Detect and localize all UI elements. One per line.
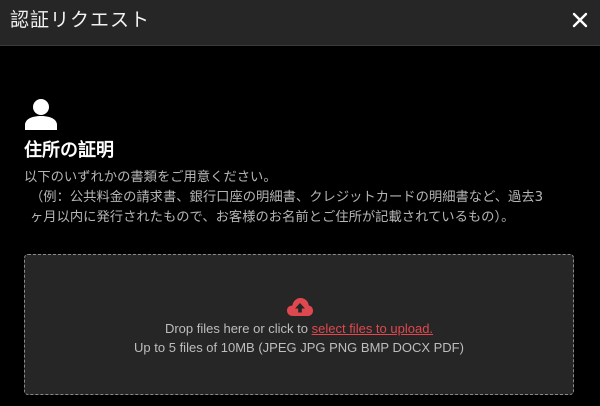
dropzone-instruction-text: Drop files here or click to [164, 321, 312, 336]
description-line: 以下のいずれかの書類をご用意ください。 [24, 170, 277, 185]
file-dropzone[interactable]: Drop files here or click to select files… [24, 254, 574, 395]
close-button[interactable] [568, 8, 592, 32]
modal-title: 認証リクエスト [10, 9, 151, 31]
dropzone-instruction: Drop files here or click to select files… [25, 321, 573, 337]
select-files-link[interactable]: select files to upload. [312, 321, 433, 336]
cloud-upload-icon [287, 298, 313, 316]
section-description: 以下のいずれかの書類をご用意ください。 （例：公共料金の請求書、銀行口座の明細書… [24, 168, 584, 228]
modal-header: 認証リクエスト [0, 0, 600, 46]
close-icon [572, 12, 588, 28]
description-line: （例：公共料金の請求書、銀行口座の明細書、クレジットカードの明細書など、過去3 [30, 190, 544, 205]
description-line: ヶ月以内に発行されたもので、お客様のお名前とご住所が記載されているもの）。 [30, 210, 515, 225]
user-icon [25, 99, 57, 130]
dropzone-limits: Up to 5 files of 10MB (JPEG JPG PNG BMP … [134, 340, 464, 355]
verification-request-modal: 認証リクエスト 住所の証明 以下のいずれかの書類をご用意ください。 （例：公共料… [0, 0, 600, 406]
section-title: 住所の証明 [24, 140, 114, 161]
